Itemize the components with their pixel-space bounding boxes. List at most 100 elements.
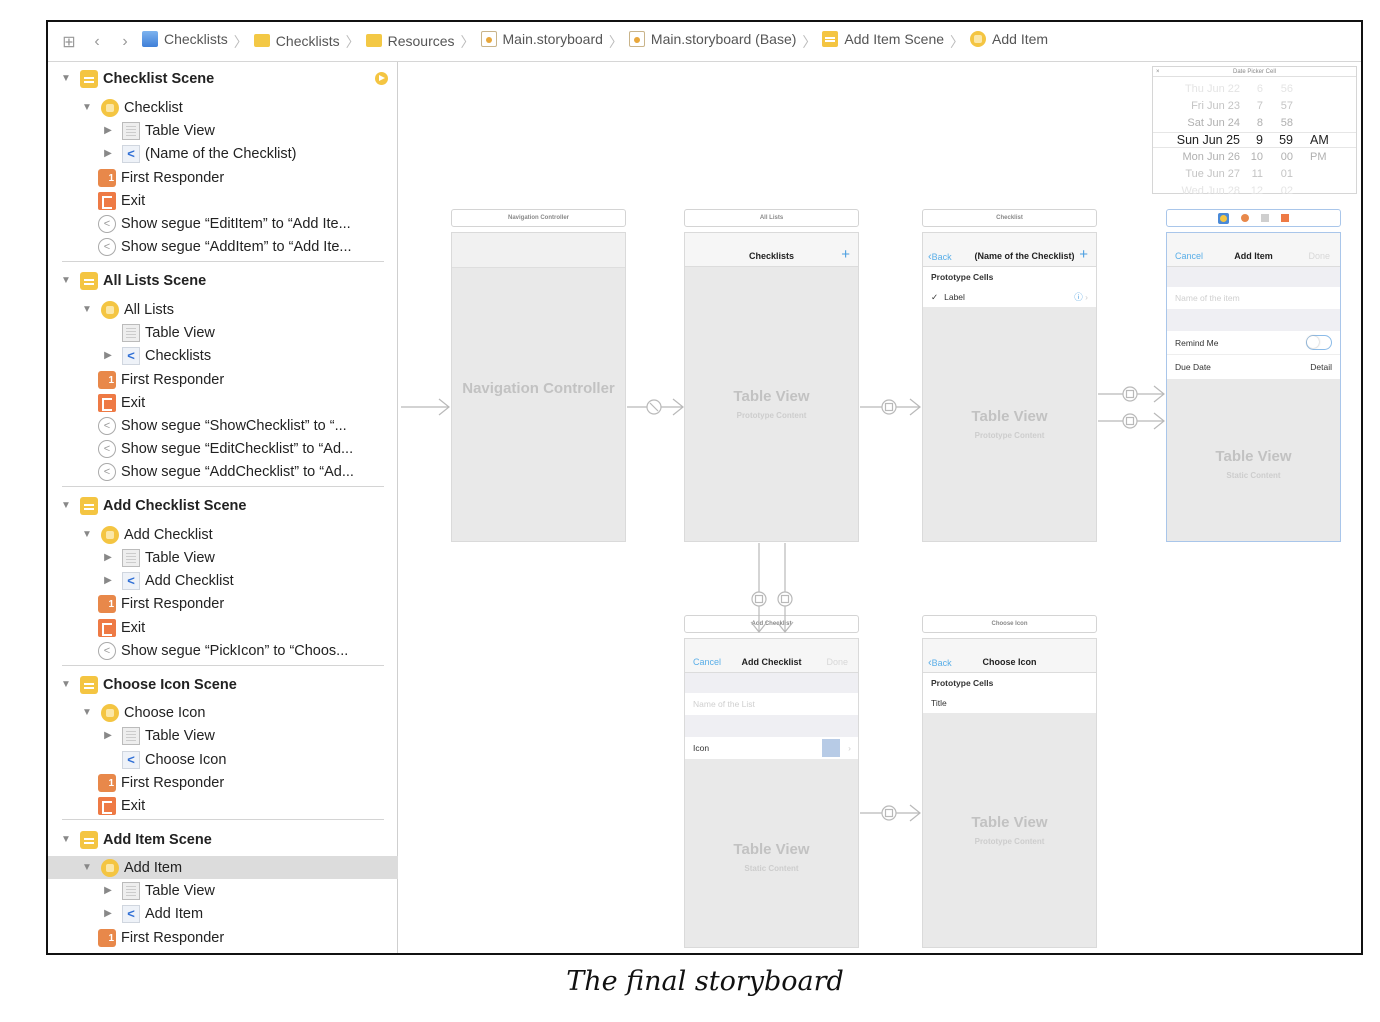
- outline-row[interactable]: ▶ Table View: [48, 119, 398, 142]
- disclosure-expanded-icon[interactable]: ▼: [60, 679, 72, 690]
- outline-row[interactable]: 1 First Responder: [48, 166, 398, 189]
- info-icon[interactable]: ⓘ ›: [1074, 291, 1088, 303]
- outline-row[interactable]: ▶ < Add Checklist: [48, 569, 398, 592]
- outline-row[interactable]: < Show segue “EditItem” to “Add Ite...: [48, 212, 398, 235]
- due-date-cell[interactable]: Due Date Detail: [1167, 355, 1340, 379]
- disclosure-collapsed-icon[interactable]: ▶: [102, 730, 114, 741]
- scene-dock-label[interactable]: Checklist: [922, 209, 1097, 227]
- breadcrumb-item[interactable]: Add Item: [970, 31, 1048, 47]
- outline-row[interactable]: ▶ Table View: [48, 879, 398, 902]
- item-name-field[interactable]: Name of the item: [1167, 287, 1340, 309]
- outline-row[interactable]: ▼ Add Item: [48, 856, 398, 879]
- table-view-icon[interactable]: [1261, 214, 1269, 222]
- scene-dock-label[interactable]: Navigation Controller: [451, 209, 626, 227]
- done-button[interactable]: Done: [1308, 251, 1330, 261]
- outline-row[interactable]: ▼ Add Checklist: [48, 523, 398, 546]
- disclosure-collapsed-icon[interactable]: ▶: [102, 125, 114, 136]
- scene-dock-label[interactable]: Add Checklist: [684, 615, 859, 633]
- outline-row[interactable]: 1 First Responder: [48, 771, 398, 794]
- all-lists-screen[interactable]: Checklists + Table View Prototype Conten…: [684, 232, 859, 542]
- outline-row[interactable]: < Choose Icon: [48, 748, 398, 771]
- outline-row[interactable]: Exit: [48, 189, 398, 212]
- first-responder-icon[interactable]: [1241, 214, 1249, 222]
- date-picker-row[interactable]: Sun Jun 25 9 59 AM: [1153, 132, 1356, 148]
- add-button[interactable]: +: [841, 246, 850, 263]
- disclosure-collapsed-icon[interactable]: ▶: [102, 575, 114, 586]
- outline-row[interactable]: < Show segue “AddChecklist” to “Ad...: [48, 460, 398, 483]
- outline-scene-row[interactable]: ▼ All Lists Scene: [48, 269, 398, 292]
- date-picker-row[interactable]: Tue Jun 27 11 01: [1153, 166, 1356, 182]
- outline-row[interactable]: < Show segue “ShowChecklist” to “...: [48, 414, 398, 437]
- outline-row[interactable]: ▶ < Add Item: [48, 902, 398, 925]
- outline-row[interactable]: ▼ Choose Icon: [48, 701, 398, 724]
- date-picker-row[interactable]: Fri Jun 23 7 57: [1153, 98, 1356, 114]
- outline-scene-row[interactable]: ▼ Choose Icon Scene: [48, 673, 398, 696]
- navigation-controller-screen[interactable]: Navigation Controller: [451, 232, 626, 542]
- date-picker-row[interactable]: Thu Jun 22 6 56: [1153, 81, 1356, 97]
- outline-row[interactable]: < Show segue “PickIcon” to “Choos...: [48, 639, 398, 662]
- outline-scene-row[interactable]: ▼ Add Checklist Scene: [48, 494, 398, 517]
- breadcrumb-item[interactable]: Checklists: [253, 33, 340, 49]
- scene-dock-icons[interactable]: [1166, 209, 1341, 227]
- disclosure-collapsed-icon[interactable]: ▶: [102, 148, 114, 159]
- breadcrumb-item[interactable]: Main.storyboard: [480, 31, 603, 47]
- outline-scene-row[interactable]: ▼ Checklist Scene: [48, 67, 398, 90]
- disclosure-collapsed-icon[interactable]: ▶: [102, 885, 114, 896]
- chevron-left-icon[interactable]: ‹: [86, 31, 108, 53]
- disclosure-collapsed-icon[interactable]: ▶: [102, 350, 114, 361]
- done-button[interactable]: Done: [826, 657, 848, 667]
- add-item-screen[interactable]: Cancel Add Item Done Name of the item Re…: [1166, 232, 1341, 542]
- date-picker-row[interactable]: Sat Jun 24 8 58: [1153, 115, 1356, 131]
- outline-row[interactable]: Exit: [48, 616, 398, 639]
- icon-cell[interactable]: Icon ›: [685, 737, 858, 759]
- disclosure-expanded-icon[interactable]: ▼: [81, 529, 93, 540]
- outline-scene-row[interactable]: ▼ Add Item Scene: [48, 828, 398, 851]
- back-button[interactable]: ‹Back: [928, 251, 952, 263]
- outline-row[interactable]: 1 First Responder: [48, 926, 398, 949]
- breadcrumb-item[interactable]: Add Item Scene: [822, 31, 944, 47]
- disclosure-collapsed-icon[interactable]: ▶: [102, 552, 114, 563]
- prototype-cell[interactable]: Title: [923, 693, 1096, 713]
- outline-row[interactable]: < Show segue “AddItem” to “Add Ite...: [48, 235, 398, 258]
- outline-row[interactable]: ▶ < (Name of the Checklist): [48, 142, 398, 165]
- disclosure-expanded-icon[interactable]: ▼: [81, 102, 93, 113]
- outline-row[interactable]: 1 First Responder: [48, 592, 398, 615]
- disclosure-expanded-icon[interactable]: ▼: [81, 862, 93, 873]
- disclosure-expanded-icon[interactable]: ▼: [60, 275, 72, 286]
- breadcrumb-item[interactable]: Checklists: [142, 31, 228, 47]
- date-picker-row[interactable]: Wed Jun 28 12 02: [1153, 183, 1356, 199]
- disclosure-expanded-icon[interactable]: ▼: [60, 834, 72, 845]
- view-controller-icon[interactable]: [1218, 212, 1229, 224]
- outline-row[interactable]: Exit: [48, 391, 398, 414]
- disclosure-collapsed-icon[interactable]: ▶: [102, 908, 114, 919]
- disclosure-expanded-icon[interactable]: ▼: [60, 500, 72, 511]
- prototype-cell[interactable]: ✓ Label ⓘ ›: [923, 287, 1096, 307]
- outline-row[interactable]: ▼ Checklist: [48, 96, 398, 119]
- close-icon[interactable]: ×: [1156, 67, 1160, 77]
- scene-exit-arrow-icon[interactable]: [375, 72, 388, 85]
- add-button[interactable]: +: [1079, 246, 1088, 263]
- outline-row[interactable]: ▼ All Lists: [48, 298, 398, 321]
- breadcrumb-item[interactable]: Resources: [365, 33, 455, 49]
- chevron-right-icon[interactable]: ›: [114, 31, 136, 53]
- date-picker-row[interactable]: Mon Jun 26 10 00 PM: [1153, 149, 1356, 165]
- outline-row[interactable]: Exit: [48, 794, 398, 817]
- exit-icon[interactable]: [1281, 214, 1289, 222]
- outline-row[interactable]: < Show segue “EditChecklist” to “Ad...: [48, 437, 398, 460]
- add-checklist-screen[interactable]: Cancel Add Checklist Done Name of the Li…: [684, 638, 859, 948]
- outline-row[interactable]: Table View: [48, 321, 398, 344]
- scene-dock-label[interactable]: Choose Icon: [922, 615, 1097, 633]
- disclosure-expanded-icon[interactable]: ▼: [81, 304, 93, 315]
- date-picker-cell[interactable]: × Date Picker Cell Thu Jun 22 6 56 Fri Jun …: [1152, 66, 1357, 197]
- remind-me-switch[interactable]: [1306, 335, 1332, 350]
- list-name-field[interactable]: Name of the List: [685, 693, 858, 715]
- checklist-screen[interactable]: ‹Back (Name of the Checklist) + Prototyp…: [922, 232, 1097, 542]
- grid-icon[interactable]: ⊞: [58, 31, 80, 53]
- outline-row[interactable]: 1 First Responder: [48, 368, 398, 391]
- outline-row[interactable]: ▶ Table View: [48, 546, 398, 569]
- disclosure-expanded-icon[interactable]: ▼: [81, 707, 93, 718]
- scene-dock-label[interactable]: All Lists: [684, 209, 859, 227]
- breadcrumb-item[interactable]: Main.storyboard (Base): [628, 31, 796, 47]
- disclosure-expanded-icon[interactable]: ▼: [60, 73, 72, 84]
- outline-row[interactable]: ▶ < Checklists: [48, 344, 398, 367]
